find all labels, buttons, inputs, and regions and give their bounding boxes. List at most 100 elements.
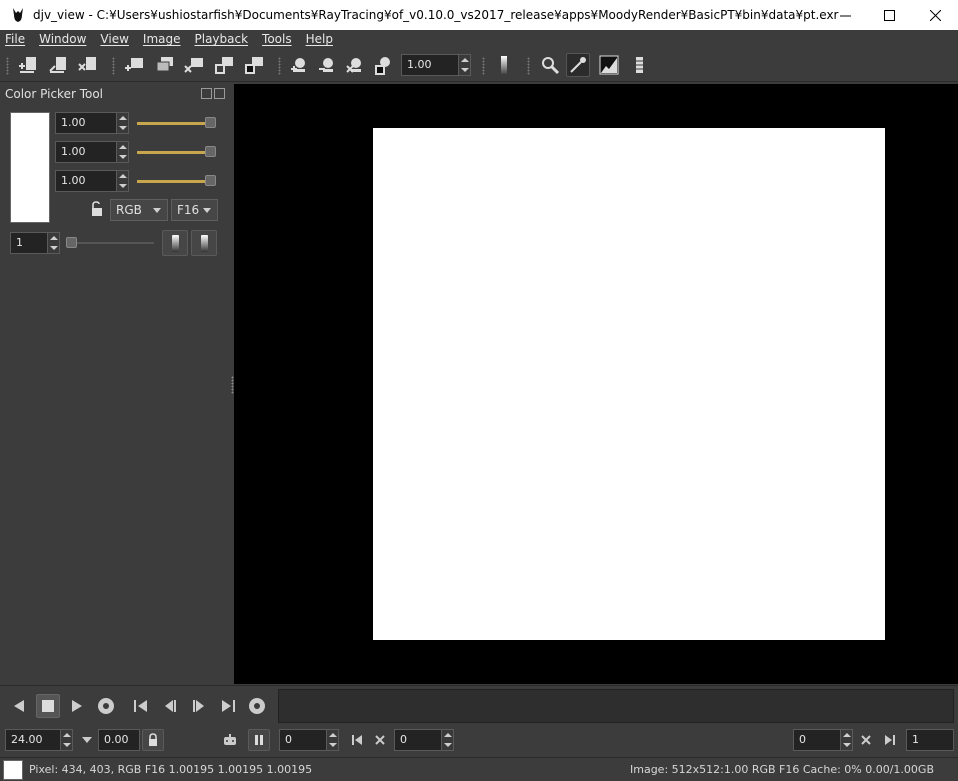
end-frame-button[interactable] [216, 694, 240, 718]
window-fit-icon [215, 57, 233, 74]
green-channel-slider[interactable] [137, 151, 207, 154]
displayed-image[interactable] [373, 128, 885, 640]
red-channel-slider-handle[interactable] [205, 117, 216, 128]
info-list-icon [636, 57, 643, 73]
toolbar-grip[interactable] [6, 57, 9, 75]
speed-stepper[interactable] [60, 730, 72, 750]
duration-value: 1 [912, 733, 919, 746]
current-frame-stepper[interactable] [326, 730, 338, 750]
menu-help[interactable]: Help [306, 32, 333, 46]
color-profile-select[interactable]: RGB [110, 199, 168, 221]
next-frame-button[interactable] [187, 694, 211, 718]
toolbar-grip[interactable] [482, 57, 485, 75]
maximize-button[interactable] [866, 0, 912, 30]
zoom-in-button[interactable] [288, 53, 312, 77]
menu-playback[interactable]: Playback [195, 32, 249, 46]
float-panel-icon[interactable] [201, 88, 212, 99]
stop-button[interactable] [36, 694, 60, 718]
toolbar-grip[interactable] [278, 57, 281, 75]
start-frame-button[interactable] [129, 694, 153, 718]
blue-channel-slider[interactable] [137, 180, 207, 183]
window-copy-button[interactable] [152, 53, 176, 77]
menu-file[interactable]: File [5, 32, 25, 46]
set-in-point-button[interactable] [348, 731, 366, 749]
blue-channel-slider-handle[interactable] [205, 175, 216, 186]
zoom-out-button[interactable] [316, 53, 340, 77]
menu-window[interactable]: Window [39, 32, 86, 46]
speed-lock-button[interactable] [142, 729, 164, 751]
speed-menu-button[interactable] [78, 731, 96, 749]
close-x-icon [861, 735, 871, 745]
magnify-tool-button[interactable] [538, 53, 562, 77]
set-out-point-button[interactable] [881, 731, 899, 749]
eyedropper-icon [570, 57, 586, 73]
close-button[interactable] [912, 0, 958, 30]
histogram-icon [599, 55, 619, 75]
loop-mode-button[interactable] [94, 694, 118, 718]
toolbar-grip[interactable] [112, 57, 115, 75]
speed-spinbox[interactable]: 24.00 [5, 729, 73, 751]
zoom-in-icon [291, 58, 305, 72]
blue-channel-spinbox[interactable]: 1.00 [55, 170, 129, 192]
blue-channel-stepper[interactable] [116, 171, 128, 191]
pause-button[interactable] [248, 729, 270, 751]
maximize-icon [883, 9, 895, 21]
reset-out-point-button[interactable] [857, 731, 875, 749]
image-display-button[interactable] [492, 53, 516, 77]
in-point-spinbox[interactable]: 0 [394, 729, 454, 751]
red-channel-spinbox[interactable]: 1.00 [55, 112, 129, 134]
color-picker-tool-button[interactable] [566, 53, 590, 77]
green-channel-stepper[interactable] [116, 142, 128, 162]
every-frame-button[interactable] [245, 694, 269, 718]
red-channel-slider[interactable] [137, 122, 207, 125]
file-close-icon [78, 57, 96, 71]
zoom-spinbox[interactable]: 1.00 [401, 54, 471, 76]
current-frame-spinbox[interactable]: 0 [279, 729, 339, 751]
previous-frame-button[interactable] [158, 694, 182, 718]
sample-size-stepper[interactable] [47, 233, 59, 253]
window-new-icon [125, 58, 143, 71]
djv-view-window: djv_view - C:¥Users¥ushiostarfish¥Docume… [0, 0, 958, 781]
window-new-button[interactable] [122, 53, 146, 77]
toolbar-grip[interactable] [527, 57, 530, 75]
window-fullscreen-button[interactable] [242, 53, 266, 77]
fit-to-view-button[interactable] [372, 53, 396, 77]
green-channel-spinbox[interactable]: 1.00 [55, 141, 129, 163]
sample-size-slider-handle[interactable] [66, 237, 77, 248]
out-point-spinbox[interactable]: 0 [793, 729, 853, 751]
window-close-button[interactable] [182, 53, 206, 77]
pixel-info: Pixel: 434, 403, RGB F16 1.00195 1.00195… [29, 763, 313, 776]
in-point-stepper[interactable] [441, 730, 453, 750]
play-forward-button[interactable] [65, 694, 89, 718]
audio-button[interactable] [221, 731, 239, 749]
file-open-button[interactable] [16, 53, 40, 77]
sample-size-slider[interactable] [68, 242, 154, 244]
unlock-icon[interactable] [90, 201, 104, 217]
display-profile-button[interactable] [162, 230, 188, 256]
zoom-reset-button[interactable] [344, 53, 368, 77]
frame-timeline[interactable] [278, 689, 954, 723]
djv-app-icon [13, 8, 23, 22]
menu-tools[interactable]: Tools [262, 32, 292, 46]
histogram-tool-button[interactable] [597, 53, 621, 77]
info-tool-button[interactable] [627, 53, 651, 77]
color-swatch[interactable] [10, 112, 50, 223]
close-panel-icon[interactable] [214, 88, 225, 99]
menu-view[interactable]: View [100, 32, 128, 46]
menu-image[interactable]: Image [143, 32, 181, 46]
window-copy-icon [156, 57, 173, 72]
lock-display-button[interactable] [191, 230, 217, 256]
file-reload-button[interactable] [46, 53, 70, 77]
green-channel-slider-handle[interactable] [205, 146, 216, 157]
minimize-button[interactable] [822, 0, 868, 30]
file-close-button[interactable] [76, 53, 100, 77]
out-point-stepper[interactable] [840, 730, 852, 750]
play-reverse-button[interactable] [7, 694, 31, 718]
window-fit-button[interactable] [212, 53, 236, 77]
image-viewer[interactable] [234, 84, 958, 684]
red-channel-stepper[interactable] [116, 113, 128, 133]
zoom-stepper-arrows[interactable] [458, 55, 470, 75]
pixel-type-select[interactable]: F16 [171, 199, 218, 221]
sample-size-spinbox[interactable]: 1 [10, 232, 60, 254]
reset-in-point-button[interactable] [371, 731, 389, 749]
